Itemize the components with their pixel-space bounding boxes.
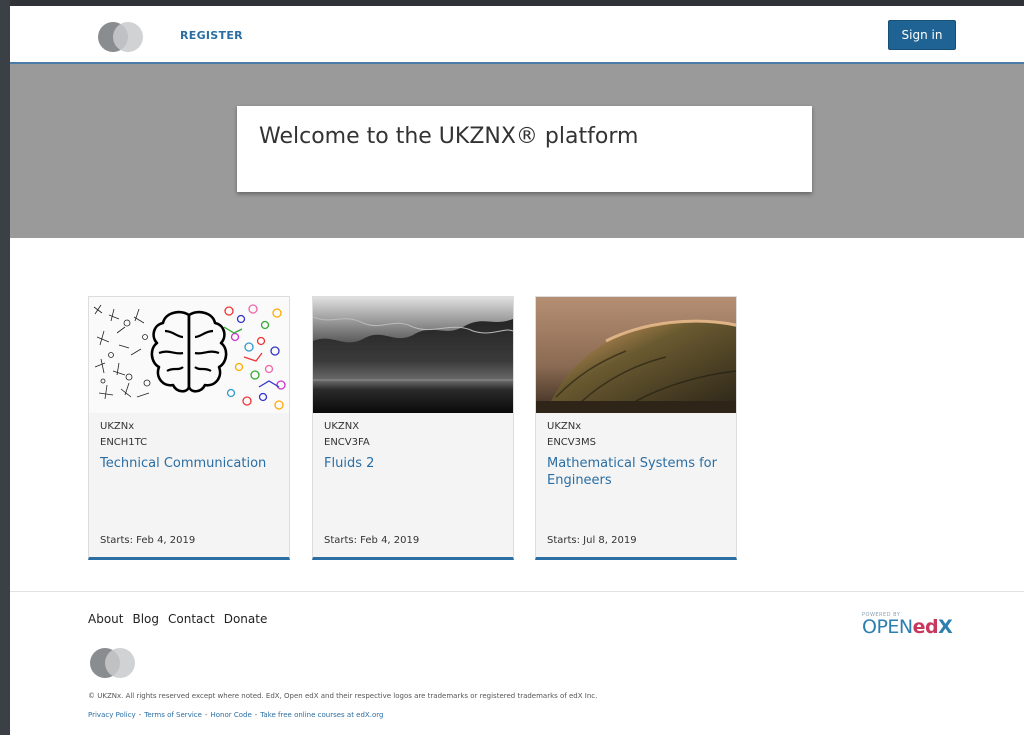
course-image-brain[interactable]: [89, 297, 289, 413]
window-left-strip: [0, 0, 10, 735]
course-org: UKZNX: [324, 421, 360, 432]
register-link[interactable]: REGISTER: [180, 29, 243, 42]
course-image-wave-bw[interactable]: [313, 297, 513, 413]
welcome-box: Welcome to the UKZNX® platform: [237, 106, 812, 192]
legal-separator: -: [204, 711, 208, 719]
footer-nav: About Blog Contact Donate: [88, 612, 276, 626]
footer-link-donate[interactable]: Donate: [224, 612, 268, 626]
sign-in-button[interactable]: Sign in: [888, 20, 956, 50]
course-card-fluids-2[interactable]: UKZNX ENCV3FA Fluids 2 Starts: Feb 4, 20…: [312, 296, 514, 560]
footer-divider: [10, 591, 1024, 592]
footer-link-contact[interactable]: Contact: [168, 612, 215, 626]
honor-code-link[interactable]: Honor Code: [210, 711, 251, 719]
brand-ed: ed: [912, 616, 939, 638]
openedx-wordmark: OPENedX: [862, 616, 953, 638]
powered-by-openedx-logo[interactable]: POWERED BY OPENedX: [862, 612, 953, 638]
footer-link-about[interactable]: About: [88, 612, 123, 626]
course-image-wave-sunset[interactable]: [536, 297, 736, 413]
course-card-technical-communication[interactable]: UKZNx ENCH1TC Technical Communication St…: [88, 296, 290, 560]
logo-circle-right: [105, 648, 135, 678]
legal-links: Privacy Policy - Terms of Service - Honor Co…: [88, 711, 383, 719]
site-header: REGISTER Sign in: [10, 6, 1024, 64]
privacy-policy-link[interactable]: Privacy Policy: [88, 711, 136, 719]
copyright-text: © UKZNx. All rights reserved except wher…: [88, 692, 598, 700]
course-start-date: Starts: Feb 4, 2019: [100, 535, 196, 546]
legal-separator: -: [138, 711, 142, 719]
course-org: UKZNx: [100, 421, 135, 432]
terms-of-service-link[interactable]: Terms of Service: [144, 711, 202, 719]
welcome-heading: Welcome to the UKZNX® platform: [259, 124, 639, 149]
page: REGISTER Sign in Welcome to the UKZNX® p…: [10, 6, 1024, 735]
course-code: ENCV3FA: [324, 437, 370, 448]
course-card-mathematical-systems[interactable]: UKZNx ENCV3MS Mathematical Systems for E…: [535, 296, 737, 560]
course-code: ENCV3MS: [547, 437, 596, 448]
edx-org-link[interactable]: Take free online courses at edX.org: [260, 711, 383, 719]
footer-logo[interactable]: [90, 648, 138, 678]
course-org: UKZNx: [547, 421, 582, 432]
course-title-link[interactable]: Fluids 2: [324, 455, 504, 472]
course-title-link[interactable]: Mathematical Systems for Engineers: [547, 455, 727, 489]
logo-circle-right: [113, 22, 143, 52]
course-code: ENCH1TC: [100, 437, 148, 448]
hero-banner: Welcome to the UKZNX® platform: [10, 64, 1024, 238]
course-start-date: Starts: Jul 8, 2019: [547, 535, 637, 546]
legal-separator: -: [254, 711, 258, 719]
course-start-date: Starts: Feb 4, 2019: [324, 535, 420, 546]
course-title-link[interactable]: Technical Communication: [100, 455, 280, 472]
brand-open: OPEN: [862, 616, 913, 638]
brand-x: X: [938, 616, 953, 638]
footer-link-blog[interactable]: Blog: [132, 612, 159, 626]
site-logo[interactable]: [98, 22, 146, 52]
